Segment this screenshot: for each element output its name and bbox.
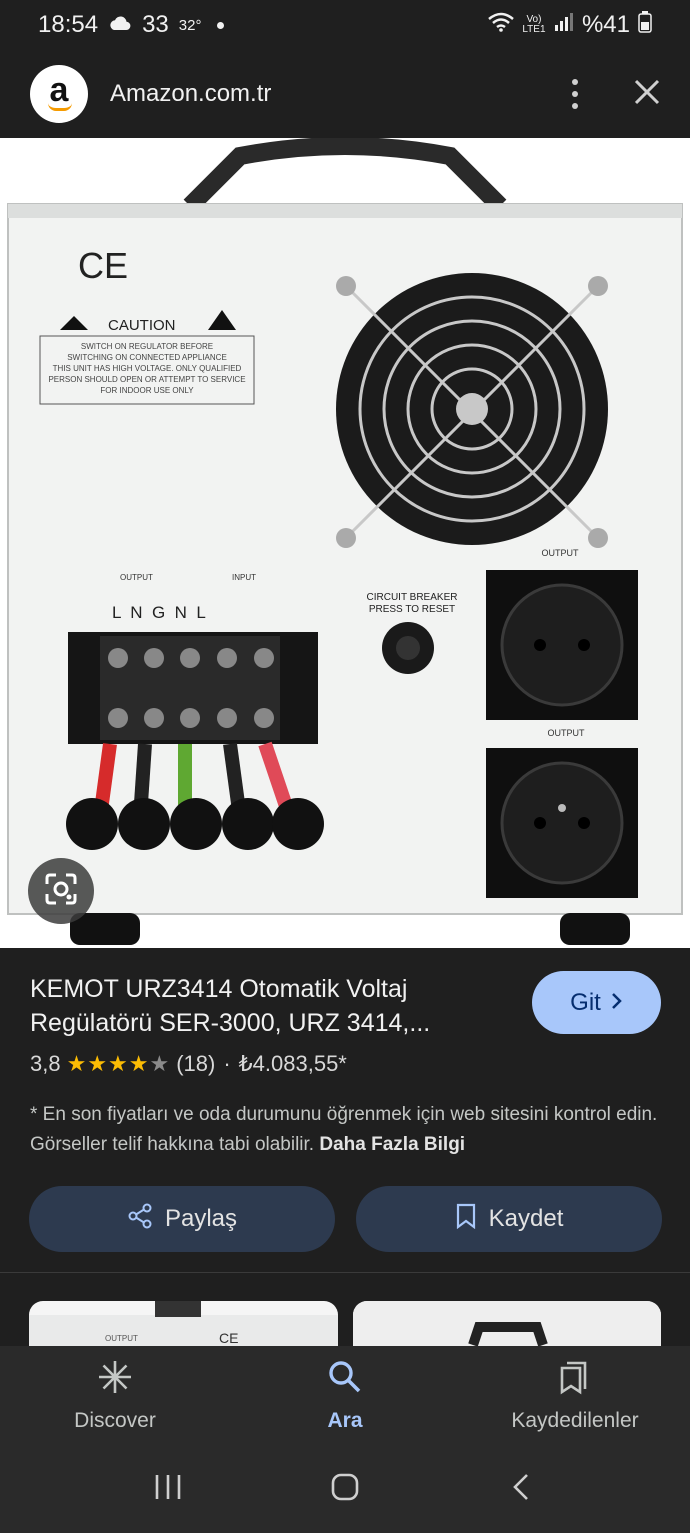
lens-search-button[interactable] — [28, 858, 94, 924]
caution-line-1: SWITCH ON REGULATOR BEFORE — [81, 342, 213, 351]
terminal-input-label: INPUT — [232, 573, 256, 582]
viewer-header: a Amazon.com.tr — [0, 50, 690, 138]
search-icon — [327, 1359, 363, 1401]
caution-line-2: SWITCHING ON CONNECTED APPLIANCE — [67, 353, 227, 362]
battery-icon — [638, 10, 652, 40]
rating-row: 3,8 ★★★★★ (18) · ₺4.083,55* — [30, 1051, 347, 1077]
notification-dot-icon — [217, 21, 225, 29]
share-label: Paylaş — [164, 1205, 238, 1232]
caution-label: CAUTION — [108, 317, 176, 334]
nav-label: Discover — [74, 1409, 156, 1432]
weather-temp: 33 — [142, 11, 169, 38]
back-icon[interactable] — [507, 1472, 537, 1507]
share-icon — [127, 1203, 153, 1236]
go-button[interactable]: Git — [532, 971, 661, 1034]
nav-saved[interactable]: Kaydedilenler — [460, 1346, 690, 1446]
outlet-2-label: OUTPUT — [548, 728, 586, 738]
collections-icon — [557, 1359, 593, 1401]
chevron-right-icon — [611, 989, 623, 1017]
temperature: 32° — [178, 16, 202, 34]
disclaimer: * En son fiyatları ve oda durumunu öğren… — [30, 1100, 660, 1160]
product-image[interactable]: CE CAUTION SWITCH ON REGULATOR BEFORE SW… — [0, 138, 690, 948]
battery-level: %41 — [581, 11, 630, 38]
review-count: (18) — [176, 1051, 216, 1076]
home-icon[interactable] — [330, 1472, 360, 1507]
amazon-logo[interactable]: a — [30, 65, 88, 123]
recent-apps-icon[interactable] — [153, 1472, 183, 1507]
nav-label: Kaydedilenler — [511, 1409, 639, 1432]
product-title[interactable]: KEMOT URZ3414 Otomatik Voltaj Regülatörü… — [30, 972, 510, 1040]
rating-stars: ★★★★★ — [66, 1051, 171, 1076]
weather-icon — [108, 11, 132, 39]
asterisk-icon — [97, 1359, 133, 1401]
divider — [0, 1272, 690, 1273]
clock: 18:54 — [38, 11, 99, 38]
caution-line-5: FOR INDOOR USE ONLY — [100, 386, 194, 395]
terminal-letters: L N G N L — [112, 603, 206, 622]
site-name[interactable]: Amazon.com.tr — [110, 80, 271, 108]
status-bar: 18:54 33 32° Vo) LTE1 %41 — [0, 0, 690, 50]
save-button[interactable]: Kaydet — [356, 1186, 662, 1252]
thumb-ce-mark: CE — [219, 1330, 238, 1346]
bookmark-icon — [455, 1203, 477, 1236]
nav-label: Ara — [327, 1409, 363, 1432]
more-options-icon[interactable] — [568, 75, 582, 113]
network-badge: Vo) LTE1 — [522, 14, 546, 35]
separator: · — [223, 1051, 231, 1076]
share-button[interactable]: Paylaş — [29, 1186, 335, 1252]
bottom-navigation: Discover Ara Kaydedilenler — [0, 1346, 690, 1446]
lens-icon — [44, 872, 78, 911]
terminal-output-label: OUTPUT — [120, 573, 153, 582]
breaker-label-1: CIRCUIT BREAKER — [367, 592, 458, 603]
price: ₺4.083,55* — [238, 1051, 347, 1076]
save-label: Kaydet — [488, 1205, 564, 1232]
signal-icon — [554, 11, 574, 39]
caution-line-4: PERSON SHOULD OPEN OR ATTEMPT TO SERVICE — [48, 375, 245, 384]
nav-discover[interactable]: Discover — [0, 1346, 230, 1446]
breaker-label-2: PRESS TO RESET — [369, 604, 455, 615]
thumb-output-label: OUTPUT — [105, 1334, 138, 1343]
close-icon[interactable] — [634, 79, 660, 110]
more-info-link[interactable]: Daha Fazla Bilgi — [319, 1134, 465, 1155]
system-navigation — [0, 1446, 690, 1533]
wifi-icon — [488, 11, 514, 39]
nav-search[interactable]: Ara — [230, 1346, 460, 1446]
rating-value: 3,8 — [30, 1051, 61, 1076]
go-label: Git — [570, 988, 601, 1016]
ce-mark: CE — [78, 245, 128, 286]
outlet-1-label: OUTPUT — [542, 548, 580, 558]
caution-line-3: THIS UNIT HAS HIGH VOLTAGE. ONLY QUALIFI… — [53, 364, 242, 373]
